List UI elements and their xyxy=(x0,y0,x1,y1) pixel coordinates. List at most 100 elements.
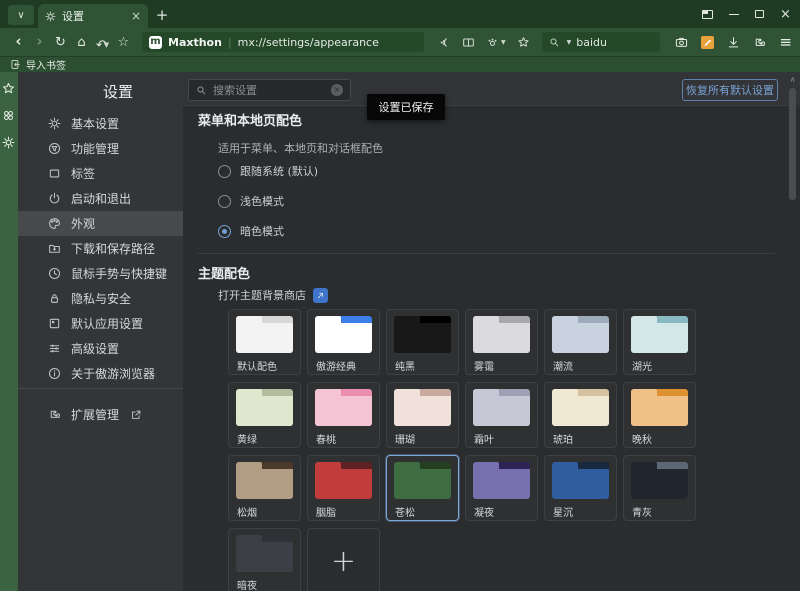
read-aloud-icon[interactable] xyxy=(438,36,451,49)
sidebar-item-appearance[interactable]: 外观 xyxy=(18,211,183,236)
new-tab-button[interactable]: + xyxy=(152,5,172,25)
theme-card[interactable]: 松烟 xyxy=(228,455,301,521)
radio-option[interactable]: 浅色模式 xyxy=(218,186,318,216)
theme-card[interactable]: 默认配色 xyxy=(228,309,301,375)
address-bar[interactable]: m Maxthon | mx://settings/appearance xyxy=(142,32,424,52)
palette-icon xyxy=(48,217,62,231)
theme-thumbnail xyxy=(315,389,372,426)
theme-card[interactable]: 潮流 xyxy=(544,309,617,375)
theme-card[interactable]: 暗夜 xyxy=(228,528,301,591)
sidebar-item-downloads[interactable]: 下载和保存路径 xyxy=(18,236,183,261)
download-icon[interactable] xyxy=(727,36,740,49)
radio-unselected-icon[interactable] xyxy=(218,195,231,208)
close-icon[interactable]: × xyxy=(779,8,792,21)
open-store-icon[interactable] xyxy=(313,288,328,303)
theme-card[interactable]: 黄绿 xyxy=(228,382,301,448)
theme-thumbnail xyxy=(236,535,293,572)
boss-key-icon[interactable] xyxy=(701,8,714,21)
restore-defaults-button[interactable]: 恢复所有默认设置 xyxy=(682,79,778,101)
maximize-icon[interactable] xyxy=(753,8,766,21)
theme-card[interactable]: 星沉 xyxy=(544,455,617,521)
brand-label: Maxthon xyxy=(168,36,222,49)
search-engine-name: baidu xyxy=(576,36,607,49)
theme-thumbnail xyxy=(394,462,451,499)
favorites-star-icon[interactable] xyxy=(2,82,16,96)
sidebar-item-startup[interactable]: 启动和退出 xyxy=(18,186,183,211)
section-title-theme: 主题配色 xyxy=(198,263,250,282)
theme-card[interactable]: 纯黑 xyxy=(386,309,459,375)
theme-thumbnail xyxy=(473,389,530,426)
sidebar-item-advanced[interactable]: 高级设置 xyxy=(18,336,183,361)
theme-name: 胭脂 xyxy=(316,504,336,519)
sidebar-item-gestures[interactable]: 鼠标手势与快捷键 xyxy=(18,261,183,286)
sidebar-item-privacy[interactable]: 隐私与安全 xyxy=(18,286,183,311)
theme-card[interactable]: 苍松 xyxy=(386,455,459,521)
theme-card[interactable]: 珊瑚 xyxy=(386,382,459,448)
section-description: 适用于菜单、本地页和对话框配色 xyxy=(218,140,383,156)
sidebar-item-basic[interactable]: 基本设置 xyxy=(18,111,183,136)
scroll-up-icon[interactable]: ∧ xyxy=(788,75,797,84)
settings-gear-icon[interactable] xyxy=(2,136,16,150)
theme-store-link[interactable]: 打开主题背景商店 xyxy=(218,287,306,303)
theme-name: 纯黑 xyxy=(395,358,415,373)
theme-card[interactable]: 湖光 xyxy=(623,309,696,375)
note-icon[interactable] xyxy=(701,36,714,49)
back-button[interactable]: ‹ xyxy=(8,30,29,52)
radio-option[interactable]: 暗色模式 xyxy=(218,216,318,246)
reload-button[interactable]: ↻ xyxy=(50,31,71,53)
tab-close-icon[interactable]: × xyxy=(131,10,141,22)
adblock-icon[interactable]: ▼ xyxy=(486,36,506,49)
theme-skin-icon[interactable] xyxy=(517,36,530,49)
address-bar-tools: ▼ xyxy=(438,36,530,49)
scrollbar[interactable]: ∧ xyxy=(786,72,799,591)
radio-unselected-icon[interactable] xyxy=(218,165,231,178)
tab-list-button[interactable]: ∨ xyxy=(8,5,34,25)
theme-name: 春桃 xyxy=(316,431,336,446)
sidebar-item-features[interactable]: 功能管理 xyxy=(18,136,183,161)
settings-search-input[interactable] xyxy=(213,84,325,97)
theme-card[interactable]: 琥珀 xyxy=(544,382,617,448)
split-view-icon[interactable] xyxy=(462,36,475,49)
sidebar-nav: 基本设置功能管理标签启动和退出外观下载和保存路径鼠标手势与快捷键隐私与安全默认应… xyxy=(18,111,183,386)
minimize-icon[interactable] xyxy=(727,8,740,21)
import-bookmarks-button[interactable]: 导入书签 xyxy=(26,57,66,72)
folder-download-icon xyxy=(48,242,62,256)
radio-selected-icon[interactable] xyxy=(218,225,231,238)
theme-card[interactable]: 青灰 xyxy=(623,455,696,521)
bookmarks-bar: 导入书签 xyxy=(0,56,800,72)
extensions-puzzle-icon[interactable] xyxy=(753,36,766,49)
scrollbar-thumb[interactable] xyxy=(789,88,796,200)
sidebar-item-extensions[interactable]: 扩展管理 xyxy=(18,402,183,427)
theme-card[interactable]: 胭脂 xyxy=(307,455,380,521)
sidebar-item-default-apps[interactable]: 默认应用设置 xyxy=(18,311,183,336)
tab-settings[interactable]: 设置 × xyxy=(38,4,148,28)
theme-card[interactable]: 傲游经典 xyxy=(307,309,380,375)
home-button[interactable]: ⌂ xyxy=(71,31,92,53)
sidebar-item-label: 外观 xyxy=(71,215,95,232)
clear-search-icon[interactable]: × xyxy=(331,84,343,96)
theme-card[interactable]: 雾霭 xyxy=(465,309,538,375)
add-theme-button[interactable]: + xyxy=(307,528,380,591)
sidebar-item-about[interactable]: 关于傲游浏览器 xyxy=(18,361,183,386)
radio-option[interactable]: 跟随系统 (默认) xyxy=(218,156,318,186)
theme-card[interactable]: 凝夜 xyxy=(465,455,538,521)
quick-search-box[interactable]: ▼ baidu xyxy=(542,32,660,52)
sidebar-item-tabs[interactable]: 标签 xyxy=(18,161,183,186)
sliders-icon xyxy=(48,342,62,356)
theme-name: 湖光 xyxy=(632,358,652,373)
theme-card[interactable]: 霜叶 xyxy=(465,382,538,448)
forward-button[interactable]: › xyxy=(29,30,50,52)
puzzle-icon xyxy=(48,408,62,422)
section-title-color-scheme: 菜单和本地页配色 xyxy=(198,110,302,129)
favorite-star-button[interactable]: ☆ xyxy=(113,31,134,53)
main-menu-icon[interactable]: ≡ xyxy=(779,33,792,51)
passkeeper-clover-icon[interactable] xyxy=(2,109,16,123)
theme-card[interactable]: 晚秋 xyxy=(623,382,696,448)
settings-search-box[interactable]: × xyxy=(188,79,351,101)
theme-card[interactable]: 春桃 xyxy=(307,382,380,448)
sidebar-item-label: 启动和退出 xyxy=(71,190,131,207)
radio-label: 跟随系统 (默认) xyxy=(240,163,318,179)
undo-close-button[interactable]: ↶▼ xyxy=(92,31,113,53)
screenshot-camera-icon[interactable] xyxy=(675,36,688,49)
theme-thumbnail xyxy=(552,462,609,499)
